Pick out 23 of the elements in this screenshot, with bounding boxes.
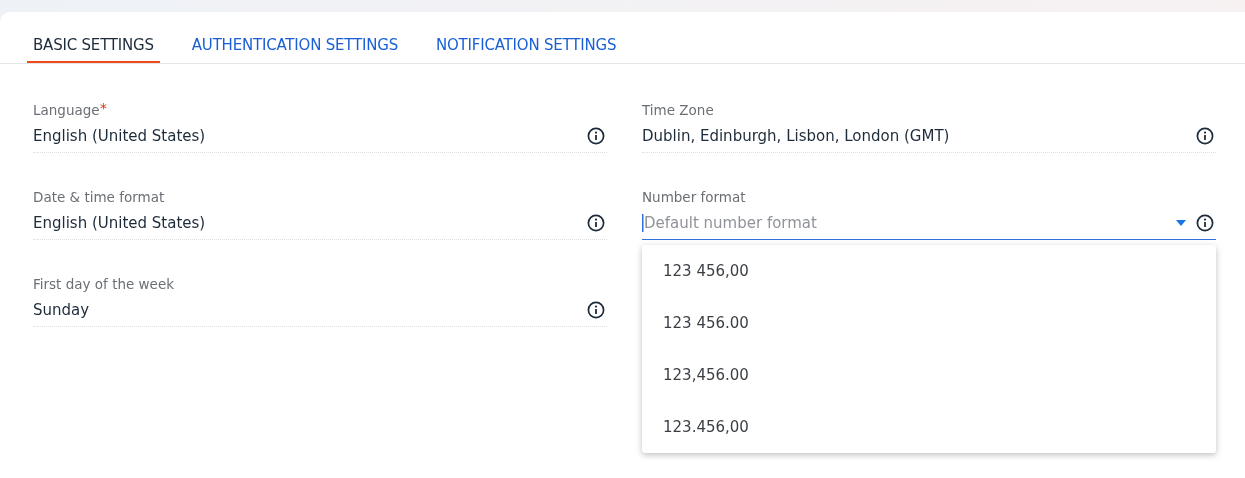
field-label: Number format <box>642 189 746 206</box>
tab[interactable]: AUTHENTICATION SETTINGS <box>185 12 404 63</box>
dropdown-option[interactable]: 123 456.00 <box>642 297 1216 349</box>
tab[interactable]: BASIC SETTINGS <box>27 12 160 63</box>
info-icon[interactable] <box>1196 126 1214 145</box>
field-label: First day of the week <box>33 276 175 293</box>
info-icon[interactable] <box>587 126 605 145</box>
info-icon[interactable] <box>587 213 605 232</box>
field-label: Date & time format <box>33 189 165 206</box>
field-label: Time Zone <box>642 102 714 119</box>
caret-icon[interactable] <box>1176 219 1186 226</box>
input-field[interactable]: Sunday <box>33 293 607 327</box>
dropdown-option[interactable]: 123 456,00 <box>642 245 1216 297</box>
input-field[interactable]: English (United States) <box>33 119 607 153</box>
required-asterisk: * <box>100 100 107 116</box>
input-field[interactable]: English (United States) <box>33 206 607 240</box>
dropdown-option[interactable]: 123.456,00 <box>642 401 1216 453</box>
input-field[interactable]: Dublin, Edinburgh, Lisbon, London (GMT) <box>642 119 1216 153</box>
info-icon[interactable] <box>587 300 605 319</box>
field-label: Language <box>33 102 100 119</box>
tab[interactable]: NOTIFICATION SETTINGS <box>429 12 623 63</box>
info-icon[interactable] <box>1196 213 1214 232</box>
dropdown-option[interactable]: 123,456.00 <box>642 349 1216 401</box>
